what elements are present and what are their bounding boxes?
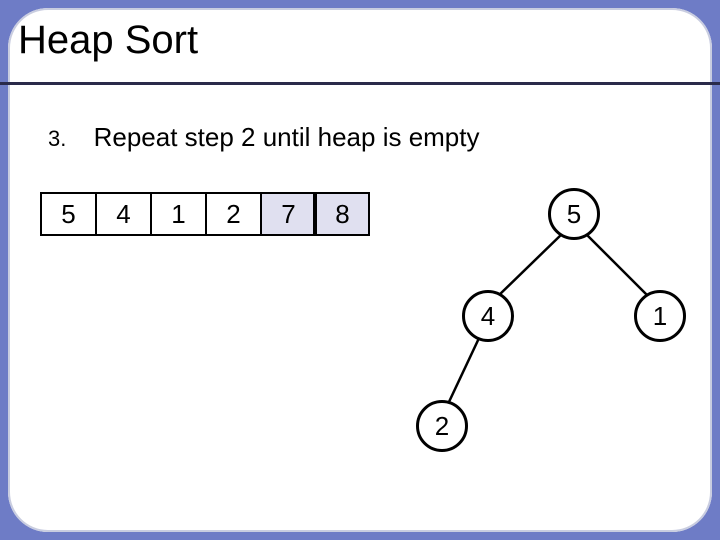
tree-edges	[0, 0, 720, 540]
tree-node-lleft: 2	[416, 400, 468, 452]
tree-node-right: 1	[634, 290, 686, 342]
tree-edge	[496, 232, 564, 298]
tree-edge	[448, 336, 480, 404]
tree-edge	[584, 232, 650, 298]
tree-node-root: 5	[548, 188, 600, 240]
tree-node-left: 4	[462, 290, 514, 342]
